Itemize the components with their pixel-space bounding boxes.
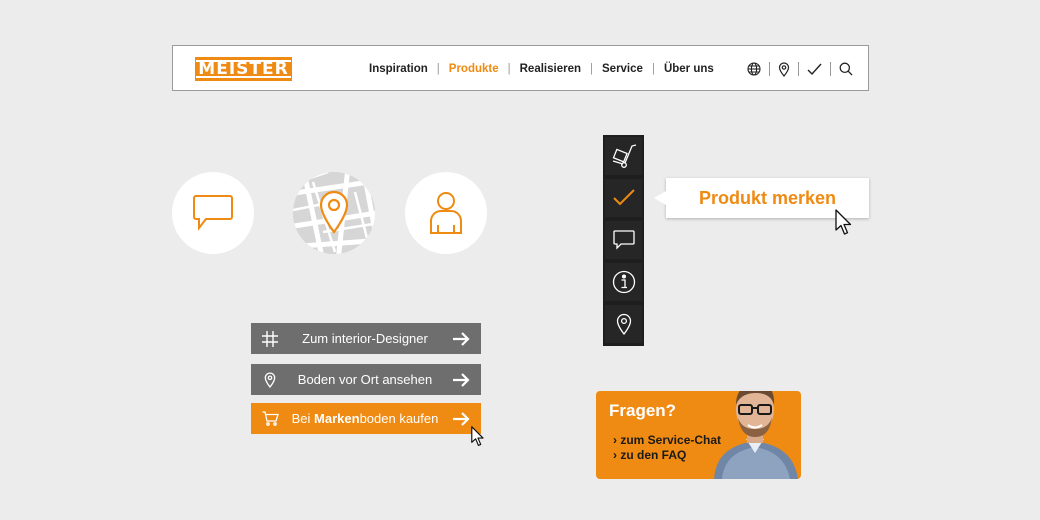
markenboden-kaufen-button[interactable]: Bei Markenboden kaufen <box>251 403 481 434</box>
button-label: Zum interior-Designer <box>302 331 428 346</box>
chat-bubble-icon <box>193 195 233 231</box>
checkmark-icon[interactable] <box>807 63 822 76</box>
service-person-photo <box>714 391 798 479</box>
nav-item-service[interactable]: Service <box>602 63 643 75</box>
nav-separator: | <box>590 63 593 75</box>
tool-separator <box>830 62 831 76</box>
info-icon <box>612 270 635 294</box>
main-nav: Inspiration | Produkte | Realisieren | S… <box>369 46 714 92</box>
nav-separator: | <box>436 63 440 75</box>
faq-link[interactable]: › zu den FAQ <box>613 448 686 462</box>
arrow-right-icon <box>441 331 481 346</box>
location-pin-icon <box>251 372 289 388</box>
tool-separator <box>769 62 770 76</box>
chat-circle-button[interactable] <box>172 172 254 254</box>
nav-item-produkte[interactable]: Produkte <box>449 63 499 75</box>
meister-logo[interactable]: MEISTER <box>195 57 292 81</box>
location-pin-icon[interactable] <box>778 61 790 77</box>
label-suffix: boden kaufen <box>359 411 439 426</box>
checkmark-icon <box>612 189 635 206</box>
search-icon[interactable] <box>839 62 853 76</box>
arrow-right-icon <box>441 411 481 426</box>
arrow-right-icon <box>441 372 481 387</box>
map-pin-icon <box>319 190 349 234</box>
label-bold: Marken <box>314 411 360 426</box>
hand-truck-icon <box>612 144 636 168</box>
button-label: Boden vor Ort ansehen <box>297 372 433 387</box>
button-label: Bei Markenboden kaufen <box>289 411 441 426</box>
nav-separator: | <box>651 63 655 75</box>
nav-item-inspiration[interactable]: Inspiration <box>369 63 428 75</box>
person-icon <box>430 192 462 234</box>
service-chat-link[interactable]: › zum Service-Chat <box>613 433 721 447</box>
mouse-cursor-icon <box>471 426 484 447</box>
sidebar-item-location[interactable] <box>605 305 642 343</box>
cart-icon <box>251 411 289 426</box>
label-prefix: Bei <box>291 411 315 426</box>
chat-bubble-icon <box>612 230 635 250</box>
map-circle-button[interactable] <box>293 172 375 254</box>
location-pin-icon <box>616 313 631 335</box>
boden-vor-ort-button[interactable]: Boden vor Ort ansehen <box>251 364 481 395</box>
help-box[interactable]: Fragen? › zum Service-Chat › zu den FAQ <box>596 391 801 479</box>
person-circle-button[interactable] <box>405 172 487 254</box>
header-bar: MEISTER Inspiration | Produkte | Realisi… <box>172 45 869 91</box>
interior-designer-button[interactable]: Zum interior-Designer <box>251 323 481 354</box>
globe-icon[interactable] <box>747 62 761 76</box>
tool-separator <box>798 62 799 76</box>
grid-icon <box>251 330 289 347</box>
sidebar-item-merken[interactable] <box>605 179 642 217</box>
logo-text: MEISTER <box>196 59 291 79</box>
header-tools <box>747 46 853 92</box>
nav-item-ueber-uns[interactable]: Über uns <box>664 63 714 75</box>
nav-separator: | <box>507 63 511 75</box>
sidebar-item-chat[interactable] <box>605 221 642 259</box>
nav-item-realisieren[interactable]: Realisieren <box>520 63 581 75</box>
sidebar-item-info[interactable] <box>605 263 642 301</box>
side-toolbar <box>603 135 644 346</box>
help-title: Fragen? <box>609 401 677 420</box>
sidebar-item-hand-truck[interactable] <box>605 137 642 175</box>
mouse-cursor-icon <box>835 209 852 235</box>
